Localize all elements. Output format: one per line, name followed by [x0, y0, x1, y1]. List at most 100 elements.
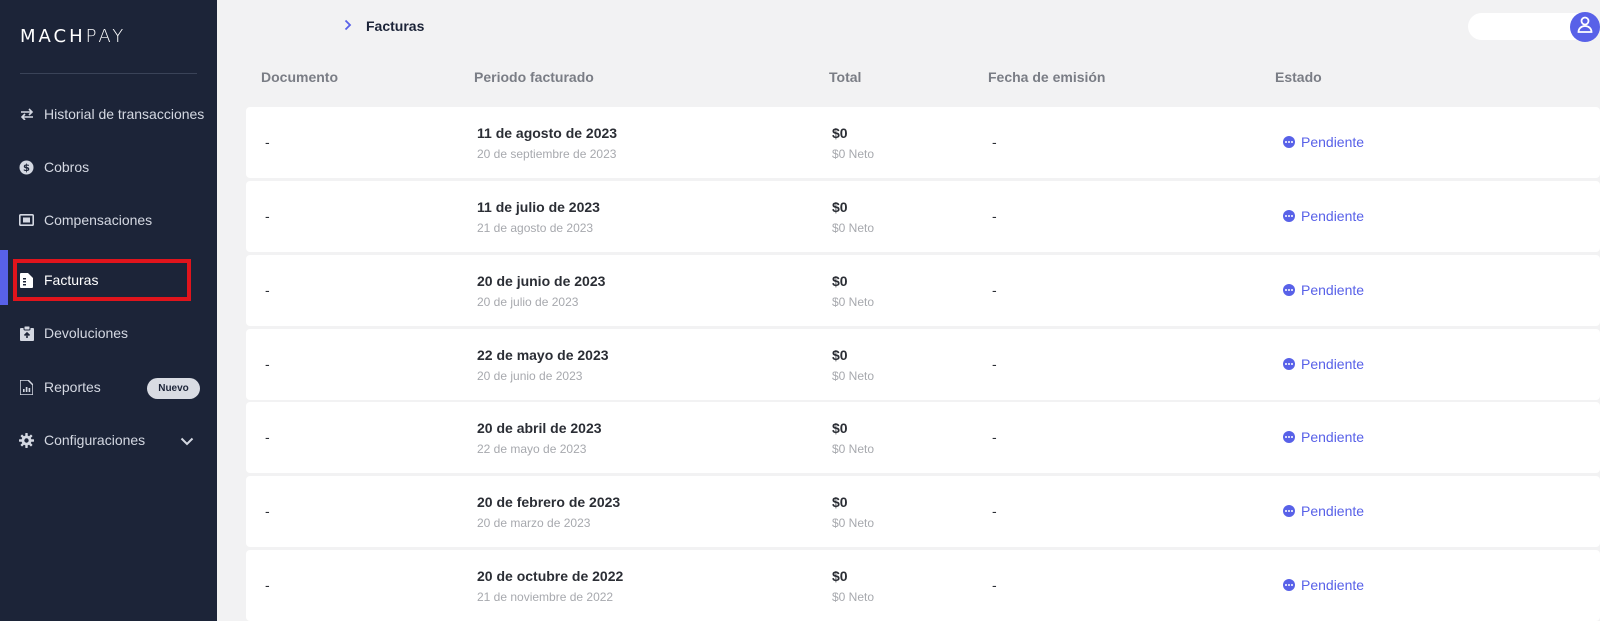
sidebar-item-label: Devoluciones: [44, 325, 129, 341]
sidebar: MACHPAY Historial de transacciones $ Cob…: [0, 0, 217, 621]
return-box-icon: [19, 325, 34, 341]
table-row[interactable]: - 22 de mayo de 2023 20 de junio de 2023 $0…: [246, 329, 1600, 400]
sidebar-item-label: Compensaciones: [44, 212, 153, 228]
table-row[interactable]: - 20 de abril de 2023 22 de mayo de 2023 $0…: [246, 402, 1600, 473]
pending-dots-icon: [1283, 210, 1295, 222]
documento-cell: -: [265, 208, 270, 224]
period-end: 20 de junio de 2023: [477, 369, 583, 383]
period-start: 20 de abril de 2023: [477, 420, 602, 436]
status-badge: Pendiente: [1283, 208, 1364, 224]
svg-text:$: $: [23, 163, 30, 174]
period-end: 21 de agosto de 2023: [477, 221, 594, 235]
status-badge: Pendiente: [1283, 503, 1364, 519]
documento-cell: -: [265, 282, 270, 298]
documento-cell: -: [265, 429, 270, 445]
status-label: Pendiente: [1301, 429, 1365, 445]
pending-dots-icon: [1283, 284, 1295, 296]
column-header-documento: Documento: [261, 69, 338, 85]
sidebar-item-compensaciones[interactable]: Compensaciones: [0, 200, 217, 240]
fecha-emision-cell: -: [992, 282, 997, 298]
highlight-annotation: [13, 259, 191, 301]
status-badge: Pendiente: [1283, 134, 1364, 150]
new-badge: Nuevo: [147, 378, 200, 399]
column-header-estado: Estado: [1275, 69, 1322, 85]
documento-cell: -: [265, 503, 270, 519]
status-label: Pendiente: [1301, 208, 1365, 224]
period-start: 11 de agosto de 2023: [477, 125, 618, 141]
period-start: 20 de octubre de 2022: [477, 568, 624, 584]
sidebar-item-label: Historial de transacciones: [44, 106, 205, 122]
breadcrumb[interactable]: Facturas: [366, 18, 424, 34]
breadcrumb-chevron-icon: [344, 18, 352, 34]
user-icon: [1577, 16, 1593, 38]
sidebar-item-label: Reportes: [44, 379, 101, 395]
status-label: Pendiente: [1301, 356, 1365, 372]
pending-dots-icon: [1283, 431, 1295, 443]
sidebar-item-historial[interactable]: Historial de transacciones: [0, 94, 217, 134]
documento-cell: -: [265, 356, 270, 372]
pending-dots-icon: [1283, 579, 1295, 591]
total-amount: $0: [832, 494, 848, 510]
table-row[interactable]: - 11 de agosto de 2023 20 de septiembre de…: [246, 107, 1600, 178]
table-row[interactable]: - 20 de febrero de 2023 20 de marzo de 202…: [246, 476, 1600, 547]
fecha-emision-cell: -: [992, 503, 997, 519]
net-amount: $0 Neto: [832, 221, 875, 235]
sidebar-item-label: Configuraciones: [44, 432, 146, 448]
net-amount: $0 Neto: [832, 295, 875, 309]
fecha-emision-cell: -: [992, 356, 997, 372]
period-start: 20 de junio de 2023: [477, 273, 606, 289]
dollar-coin-icon: $: [19, 160, 34, 175]
banknote-icon: [19, 213, 34, 228]
sidebar-divider: [20, 73, 197, 74]
net-amount: $0 Neto: [832, 516, 875, 530]
gear-icon: [19, 432, 34, 448]
status-badge: Pendiente: [1283, 356, 1364, 372]
column-header-total: Total: [829, 69, 862, 85]
table-row[interactable]: - 20 de octubre de 2022 21 de noviembre de…: [246, 550, 1600, 621]
total-amount: $0: [832, 125, 848, 141]
period-end: 20 de marzo de 2023: [477, 516, 591, 530]
status-badge: Pendiente: [1283, 282, 1364, 298]
sidebar-item-label: Cobros: [44, 159, 90, 175]
total-amount: $0: [832, 568, 848, 584]
user-avatar[interactable]: [1570, 12, 1600, 42]
pending-dots-icon: [1283, 136, 1295, 148]
logo-text-light: PAY: [85, 26, 127, 47]
fecha-emision-cell: -: [992, 134, 997, 150]
table-row[interactable]: - 20 de junio de 2023 20 de julio de 2023 $…: [246, 255, 1600, 326]
period-start: 11 de julio de 2023: [477, 199, 600, 215]
column-header-fecha: Fecha de emisión: [988, 69, 1106, 85]
report-chart-icon: [19, 379, 34, 395]
pending-dots-icon: [1283, 358, 1295, 370]
total-amount: $0: [832, 347, 848, 363]
total-amount: $0: [832, 273, 848, 289]
status-label: Pendiente: [1301, 134, 1365, 150]
period-end: 22 de mayo de 2023: [477, 442, 587, 456]
pending-dots-icon: [1283, 505, 1295, 517]
status-label: Pendiente: [1301, 503, 1365, 519]
documento-cell: -: [265, 134, 270, 150]
period-end: 20 de julio de 2023: [477, 295, 579, 309]
chevron-down-icon[interactable]: [180, 433, 194, 451]
period-end: 20 de septiembre de 2023: [477, 147, 617, 161]
logo-text-bold: MACH: [20, 26, 86, 47]
net-amount: $0 Neto: [832, 590, 875, 604]
total-amount: $0: [832, 199, 848, 215]
status-label: Pendiente: [1301, 282, 1365, 298]
machpay-logo[interactable]: MACHPAY: [20, 26, 126, 47]
sidebar-item-devoluciones[interactable]: Devoluciones: [0, 313, 217, 353]
period-start: 20 de febrero de 2023: [477, 494, 621, 510]
total-amount: $0: [832, 420, 848, 436]
fecha-emision-cell: -: [992, 577, 997, 593]
period-end: 21 de noviembre de 2022: [477, 590, 614, 604]
table-row[interactable]: - 11 de julio de 2023 21 de agosto de 2023…: [246, 181, 1600, 252]
status-badge: Pendiente: [1283, 577, 1364, 593]
net-amount: $0 Neto: [832, 147, 875, 161]
sidebar-item-cobros[interactable]: $ Cobros: [0, 147, 217, 187]
fecha-emision-cell: -: [992, 208, 997, 224]
fecha-emision-cell: -: [992, 429, 997, 445]
net-amount: $0 Neto: [832, 442, 875, 456]
documento-cell: -: [265, 577, 270, 593]
arrows-swap-icon: [19, 107, 34, 122]
net-amount: $0 Neto: [832, 369, 875, 383]
